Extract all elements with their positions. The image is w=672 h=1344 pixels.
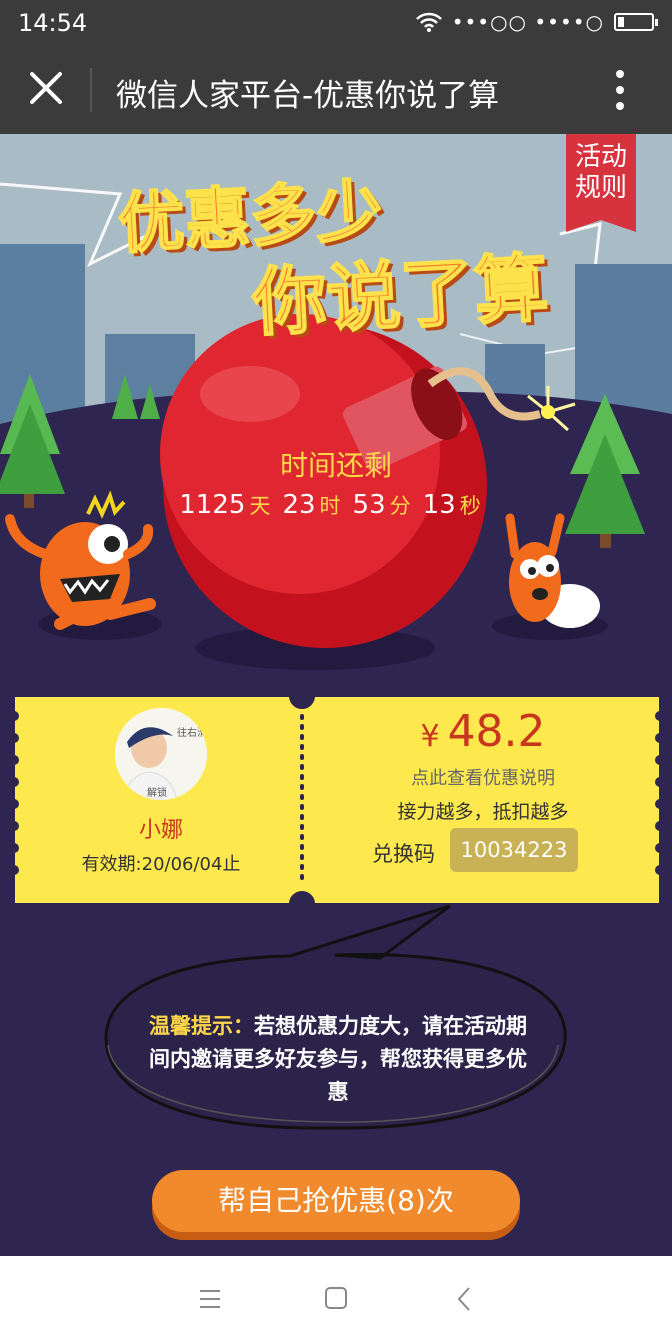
- battery-icon: [614, 13, 658, 31]
- grab-discount-button[interactable]: 帮自己抢优惠(8)次: [152, 1170, 520, 1232]
- countdown-timer: 1125 天 23 时 53 分 13 秒: [0, 490, 672, 520]
- countdown-minutes: 53: [352, 490, 386, 520]
- countdown-seconds: 13: [422, 490, 456, 520]
- system-nav-bar: [0, 1256, 672, 1344]
- tip-text: 温馨提示：若想优惠力度大，请在活动期间内邀请更多好友参与，帮您获得更多优惠: [142, 1010, 534, 1109]
- user-photo: 往右滑 解锁: [115, 708, 207, 800]
- tip-label: 温馨提示：: [149, 1014, 254, 1038]
- redeem-code: 10034223: [450, 828, 578, 872]
- signal-icon: •••○○ ••••○: [451, 10, 604, 34]
- status-time: 14:54: [18, 9, 88, 37]
- details-link[interactable]: 点此查看优惠说明: [310, 764, 656, 790]
- headline-line-2: 你说了算: [249, 244, 551, 347]
- countdown-label: 时间还剩: [279, 449, 392, 482]
- countdown-hours: 23: [282, 490, 316, 520]
- countdown-hours-unit: 时: [319, 494, 341, 518]
- activity-rules-button[interactable]: 活动规则: [566, 134, 636, 232]
- countdown-minutes-unit: 分: [389, 494, 411, 518]
- relay-text: 接力越多，抵扣越多: [397, 801, 569, 823]
- page-title: 微信人家平台-优惠你说了算: [116, 78, 500, 114]
- avatar: 往右滑 解锁: [115, 708, 207, 800]
- back-icon[interactable]: [456, 1286, 472, 1312]
- wifi-icon: [415, 12, 442, 32]
- home-icon[interactable]: [324, 1286, 348, 1310]
- svg-text:解锁: 解锁: [147, 786, 167, 799]
- countdown-seconds-unit: 秒: [459, 494, 481, 518]
- countdown-days: 1125: [179, 490, 246, 520]
- redeem-code-label: 兑换码: [372, 842, 435, 866]
- title-divider: [90, 68, 92, 112]
- more-menu-icon[interactable]: [612, 68, 628, 112]
- currency-symbol: ¥: [420, 719, 440, 754]
- close-icon[interactable]: [28, 70, 64, 106]
- username: 小娜: [138, 818, 183, 843]
- countdown-days-unit: 天: [249, 494, 271, 518]
- amount-value: 48.2: [447, 706, 546, 757]
- coupon-amount: ¥48.2: [310, 706, 656, 757]
- validity-date: 有效期:20/06/04止: [81, 854, 241, 875]
- status-icons: •••○○ ••••○: [415, 10, 658, 34]
- title-bar: 微信人家平台-优惠你说了算: [0, 46, 672, 134]
- menu-icon[interactable]: [198, 1288, 222, 1310]
- status-bar: 14:54 •••○○ ••••○: [0, 0, 672, 46]
